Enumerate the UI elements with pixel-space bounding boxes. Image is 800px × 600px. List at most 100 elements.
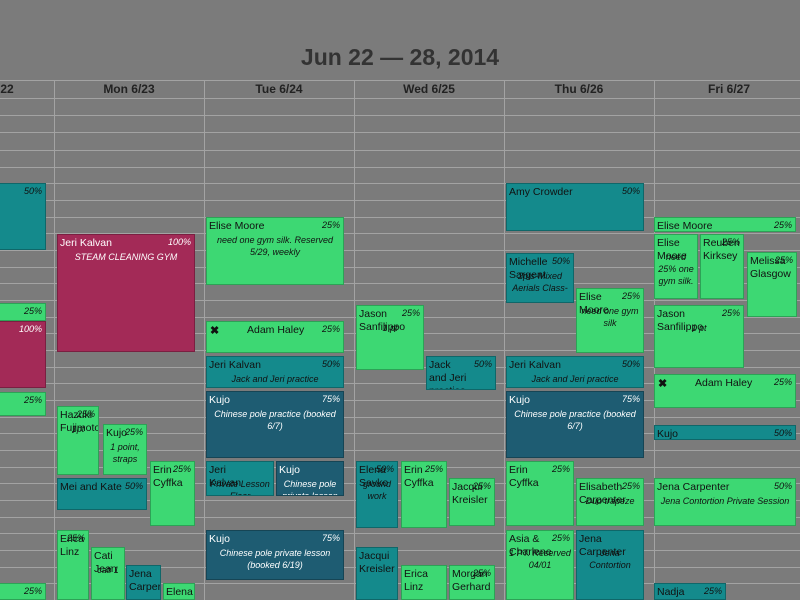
event-block[interactable]: Elisabeth Carpenter 25% Duo trapeze	[576, 478, 644, 526]
day-header[interactable]: Fri 6/27	[654, 80, 800, 98]
event-block[interactable]: Jack and Jeri practice 50%	[426, 356, 496, 390]
event-capacity: 25%	[401, 308, 420, 318]
event-capacity: 25%	[773, 377, 792, 387]
event-capacity: 25%	[472, 568, 491, 578]
event-block[interactable]: Jeri Kalvan 50% Jack and Jeri practice	[506, 356, 644, 388]
week-title: Jun 22 — 28, 2014	[300, 44, 500, 70]
event-note: 1 point, straps	[110, 442, 140, 464]
grid-line	[0, 98, 800, 99]
event-capacity: 50%	[375, 464, 394, 474]
event-block[interactable]: Kujo 25% 1 point, straps	[103, 424, 147, 475]
event-block[interactable]: Erin Cyffka 25%	[506, 461, 574, 526]
event-title: Elena	[166, 586, 193, 598]
event-capacity: 50%	[551, 256, 570, 266]
day-header[interactable]: Tue 6/24	[204, 80, 354, 98]
event-note: Chinese pole private lesson	[282, 479, 338, 496]
event-capacity: 25%	[23, 306, 42, 316]
event-title: Amy Crowder	[509, 186, 573, 198]
event-capacity: 25%	[621, 481, 640, 491]
event-capacity: 25%	[621, 291, 640, 301]
event-block[interactable]: Hazuki Fujimoto 25% 1pt	[57, 406, 99, 475]
event-note: need one gym silk. Reserved 5/29, weekly	[216, 235, 334, 257]
column-divider	[204, 80, 205, 600]
event-block[interactable]: Melissa Glasgow 25%	[747, 252, 797, 317]
event-block[interactable]: Morgan Gerhard 25%	[449, 565, 495, 600]
event-note: Chinese pole private lesson (booked 6/19…	[219, 548, 331, 570]
event-block[interactable]: Kujo 75% Chinese pole practice (booked 6/7…	[206, 391, 344, 458]
event-block[interactable]: 25%	[0, 583, 46, 600]
event-block[interactable]: ✖ Adam Haley 25%	[654, 374, 796, 408]
day-header[interactable]: 22	[0, 80, 54, 98]
event-block[interactable]: 50%	[0, 183, 46, 250]
event-title: Jeri Kalvan	[209, 359, 261, 371]
grid-line	[0, 167, 800, 168]
event-block[interactable]: Nadja Young 25%	[654, 583, 726, 600]
event-block[interactable]: ✖ Adam Haley 25%	[206, 321, 344, 353]
event-title: Elise Moore	[657, 220, 713, 232]
event-block[interactable]: Jacqui Kreisler	[356, 547, 398, 600]
event-block[interactable]: Elise Moore 25%	[654, 217, 796, 232]
column-divider	[504, 80, 505, 600]
event-block[interactable]: Jeri Kalvan Private Lesson Floor	[206, 461, 274, 496]
event-block[interactable]: Jacqui Kreisler 25%	[449, 478, 495, 526]
event-title: Jacqui Kreisler	[359, 550, 395, 575]
event-capacity: 50%	[473, 359, 492, 369]
event-title: Jeri Kalvan	[60, 237, 112, 249]
event-note: Chinese pole practice (booked 6/7)	[214, 409, 336, 431]
event-block[interactable]: Elise Moore 25% need one gym silk	[576, 288, 644, 353]
event-capacity: 25%	[721, 308, 740, 318]
event-block[interactable]: Cati Jean cati 1	[91, 547, 125, 600]
event-title: Adam Haley	[695, 377, 753, 389]
event-block[interactable]: Reuben Kirksey 25%	[700, 234, 744, 299]
event-block[interactable]: Elise Moore 25% need one gym silk. Reserve…	[206, 217, 344, 285]
event-title: Kujo	[209, 394, 231, 406]
event-block[interactable]: Jeri Kalvan 100% STEAM CLEANING GYM	[57, 234, 195, 352]
close-icon[interactable]: ✖	[658, 377, 667, 390]
event-block[interactable]: 25%	[0, 392, 46, 416]
event-block[interactable]: Amy Crowder 50%	[506, 183, 644, 231]
event-capacity: 75%	[321, 394, 340, 404]
event-note: STEAM CLEANING GYM	[74, 252, 178, 262]
event-capacity: 50%	[773, 428, 792, 438]
event-block[interactable]: 100%	[0, 321, 46, 388]
event-block[interactable]: Erin Cyffka 25%	[150, 461, 195, 526]
day-header[interactable]: Mon 6/23	[54, 80, 204, 98]
close-icon[interactable]: ✖	[210, 324, 219, 337]
event-block[interactable]: Elena Savko 50% ground work	[356, 461, 398, 528]
event-block[interactable]: Asia & Charlene 25% 1 PT. Reserved 04/01	[506, 530, 574, 600]
event-block[interactable]: Erin Cyffka 25%	[401, 461, 447, 528]
event-block[interactable]: Michelle Sargent 50% 2pts-Mixed Aerials Cl…	[506, 253, 574, 303]
event-capacity: 50%	[124, 481, 143, 491]
event-block[interactable]: Jason Sanfilippo 25% 1 pt	[356, 305, 424, 370]
event-block[interactable]: Jason Sanfilippo 25% 1 pt	[654, 305, 744, 368]
grid-line	[0, 150, 800, 151]
event-block[interactable]: Jeri Kalvan 50% Jack and Jeri practice	[206, 356, 344, 388]
event-block[interactable]: 25%	[0, 303, 46, 321]
event-block[interactable]: Jena Carpenter 50% Jena Contortion Private…	[654, 478, 796, 526]
event-block[interactable]: Jena Carpenter Jena Contortion	[576, 530, 644, 600]
event-block[interactable]: Kujo 75% Chinese pole private lesson (book…	[206, 530, 344, 580]
event-block[interactable]: Jena Carper	[126, 565, 161, 600]
day-header[interactable]: Wed 6/25	[354, 80, 504, 98]
event-block[interactable]: Erica Linz	[401, 565, 447, 600]
event-title: Adam Haley	[247, 324, 305, 336]
event-block[interactable]: Kujo Chinese pole private lesson	[276, 461, 344, 496]
event-title: Nadja Young	[657, 586, 685, 598]
event-block[interactable]: Elise Moore need 25% one gym silk.	[654, 234, 698, 299]
event-block[interactable]: Mei and Kate 50%	[57, 478, 147, 510]
event-title: Erin Cyffka	[509, 464, 539, 489]
event-block[interactable]: Kujo 50%	[654, 425, 796, 440]
grid-line	[0, 417, 800, 418]
event-block[interactable]: Kujo 75% Chinese pole practice (booked 6/7…	[506, 391, 644, 458]
grid-line	[0, 132, 800, 133]
event-title: Jena Carper	[129, 568, 161, 593]
event-block[interactable]: Elena	[163, 583, 195, 600]
event-note: 1pt	[71, 424, 85, 434]
day-header[interactable]: Thu 6/26	[504, 80, 654, 98]
event-block[interactable]: Erica Linz 25%	[57, 530, 89, 600]
event-note: Jena Contortion Private Session	[660, 496, 790, 506]
event-title: Kujo	[209, 533, 231, 545]
event-title: Erica Linz	[404, 568, 428, 593]
event-title: Reuben Kirksey	[703, 237, 740, 262]
grid-line	[0, 200, 800, 201]
